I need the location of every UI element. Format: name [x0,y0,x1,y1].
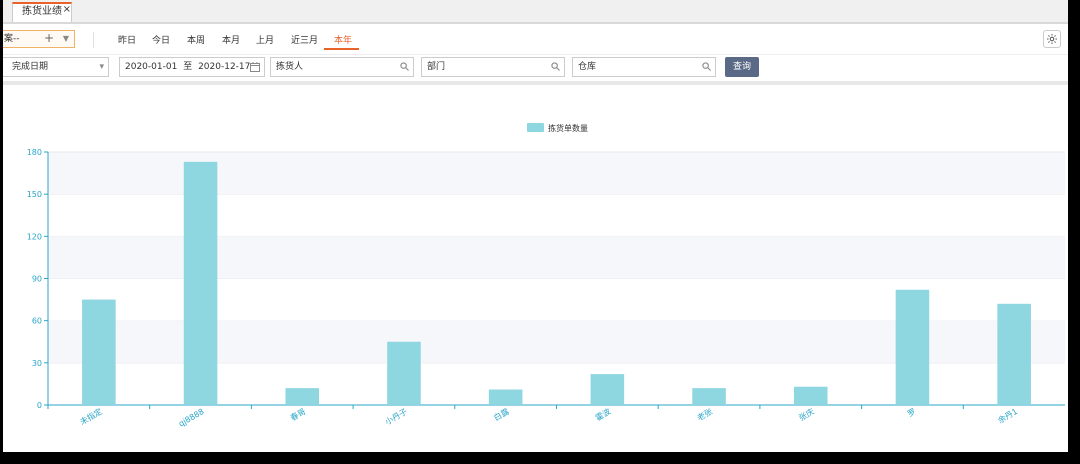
tab-this-month[interactable]: 本月 [222,33,240,46]
bar [488,389,523,405]
search-icon[interactable] [551,58,560,78]
search-icon[interactable] [702,58,711,78]
y-tick-label: 180 [27,148,42,157]
department-placeholder: 部门 [427,62,446,72]
tab-label: 拣货业绩 [22,6,62,17]
search-icon[interactable] [400,58,409,78]
tab-this-week[interactable]: 本周 [187,33,205,46]
y-tick-label: 120 [27,232,42,241]
chevron-down-icon: ▾ [99,62,104,72]
tab-yesterday[interactable]: 昨日 [118,33,136,46]
filter-bar: 完成日期 ▾ 2020-01-01 至 2020-12-17 拣货人 部门 仓库 [3,56,1068,82]
tab-last-three-months[interactable]: 近三月 [291,33,318,46]
date-from: 2020-01-01 [125,62,178,72]
bar [285,388,320,405]
y-tick-label: 60 [32,317,42,326]
tab-last-month[interactable]: 上月 [256,33,274,46]
tab-bar: 拣货业绩 × [3,0,1068,24]
chevron-down-icon[interactable]: ▼ [63,31,69,47]
tab-picking-performance[interactable]: 拣货业绩 × [12,2,72,22]
query-button[interactable]: 查询 [725,57,759,77]
y-tick-label: 30 [32,359,42,368]
app-frame: 拣货业绩 × 案-- + ▼ 昨日 今日 本周 本月 上月 近三月 本年 完成日… [3,0,1068,452]
y-tick-label: 150 [27,190,42,199]
warehouse-input[interactable]: 仓库 [572,57,716,77]
y-tick-label: 0 [37,401,42,410]
department-input[interactable]: 部门 [421,57,565,77]
x-tick-label: 霍波 [593,406,612,423]
date-type-value: 完成日期 [12,62,49,72]
chart-area: 0 30 60 90 120 150 180 未指定 qj8888 春哥 小丹子 白露 霍波 老张 张庆 罗 余… [3,85,1068,452]
date-type-select[interactable]: 完成日期 ▾ [3,57,109,77]
date-separator: 至 [183,62,193,72]
picker-input[interactable]: 拣货人 [270,57,414,77]
settings-button[interactable] [1043,30,1061,48]
x-tick-label: 罗 [906,407,917,419]
x-tick-label: 张庆 [797,406,816,423]
legend-label: 拣货单数量 [548,123,588,133]
x-tick-label: 未指定 [78,406,104,427]
x-tick-label: qj8888 [177,407,205,429]
warehouse-placeholder: 仓库 [578,62,597,72]
bar-chart: 0 30 60 90 120 150 180 未指定 qj8888 春哥 小丹子 白露 霍波 老张 张庆 罗 余… [27,123,1065,429]
legend-swatch [527,123,544,132]
close-icon[interactable]: × [63,2,71,18]
calendar-icon[interactable] [250,58,260,79]
bar [793,386,828,405]
bar [692,388,726,405]
x-tick-label: 白露 [492,406,511,423]
bar [183,161,218,405]
x-tick-label: 春哥 [288,406,307,423]
date-range-input[interactable]: 2020-01-01 至 2020-12-17 [119,57,265,77]
bar [82,299,116,405]
picker-placeholder: 拣货人 [276,62,304,72]
scheme-label: 案-- [4,34,20,44]
bar [997,303,1031,405]
scheme-select[interactable]: 案-- + ▼ [3,30,75,48]
date-to: 2020-12-17 [198,62,251,72]
active-tab-indicator [324,48,359,50]
bar [895,289,930,405]
gear-icon [1047,34,1057,44]
x-tick-label: 小丹子 [384,407,409,427]
bar [387,341,421,405]
toolbar-divider [93,32,94,48]
add-icon[interactable]: + [44,31,54,46]
x-tick-label: 老张 [695,406,714,423]
y-tick-label: 90 [32,275,42,284]
tab-today[interactable]: 今日 [152,33,170,46]
tab-this-year[interactable]: 本年 [334,33,352,46]
period-toolbar: 案-- + ▼ 昨日 今日 本周 本月 上月 近三月 本年 [3,28,1068,55]
x-tick-label: 余丹1 [996,406,1019,425]
bar [590,374,625,405]
